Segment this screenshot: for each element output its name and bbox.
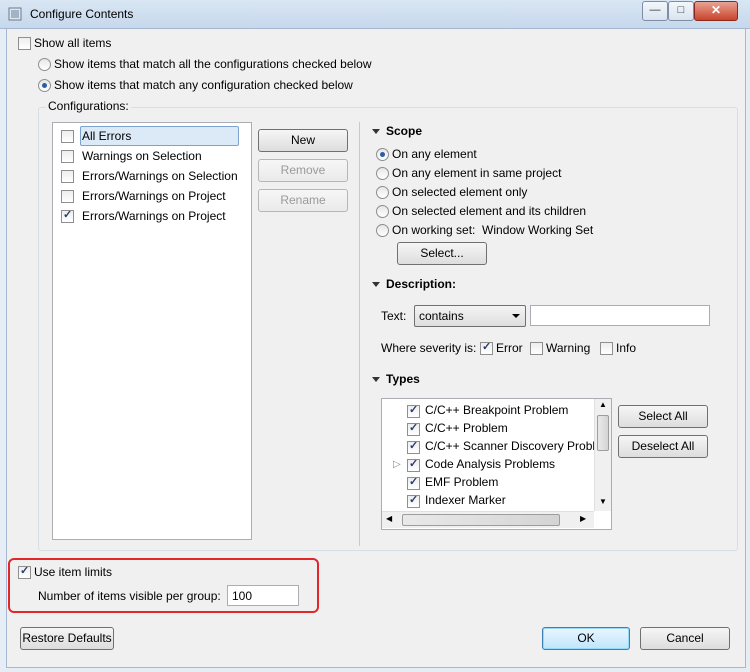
select-working-set-button[interactable]: Select... xyxy=(397,242,487,265)
severity-error-label: Error xyxy=(496,341,523,355)
window-icon xyxy=(8,7,22,21)
severity-info-label: Info xyxy=(616,341,637,355)
type-label: C/C++ Problem xyxy=(425,421,508,435)
use-item-limits-label: Use item limits xyxy=(34,565,113,579)
minimize-icon: — xyxy=(649,4,661,16)
scope-option-label: On selected element and its children xyxy=(392,204,587,218)
text-operator-value: contains xyxy=(419,309,464,323)
types-tree[interactable]: C/C++ Breakpoint Problem C/C++ Problem C… xyxy=(381,398,612,530)
type-checkbox[interactable] xyxy=(407,439,420,454)
severity-warning-checkbox[interactable] xyxy=(530,342,543,355)
collapse-types-icon[interactable] xyxy=(372,377,380,382)
match-any-label: Show items that match any configuration … xyxy=(54,78,353,92)
select-all-button[interactable]: Select All xyxy=(618,405,708,428)
scope-option-label: On any element in same project xyxy=(392,166,562,180)
scroll-thumb[interactable] xyxy=(402,514,560,526)
type-label: EMF Problem xyxy=(425,475,499,489)
configurations-list[interactable]: All Errors Warnings on Selection Errors/… xyxy=(52,122,252,540)
minimize-button[interactable]: — xyxy=(642,1,668,21)
configuration-label: Warnings on Selection xyxy=(82,149,202,163)
severity-info-checkbox[interactable] xyxy=(600,342,613,355)
description-text-input[interactable] xyxy=(530,305,710,326)
configuration-label: Errors/Warnings on Project xyxy=(82,209,226,223)
chevron-down-icon xyxy=(512,314,520,318)
show-all-items-checkbox[interactable] xyxy=(18,37,31,50)
types-vertical-scrollbar[interactable]: ▲ ▼ xyxy=(594,399,611,511)
type-checkbox[interactable] xyxy=(407,403,420,418)
type-checkbox[interactable] xyxy=(407,421,420,436)
configuration-label: Errors/Warnings on Selection xyxy=(82,169,238,183)
vertical-separator xyxy=(359,122,360,546)
expand-arrow-icon[interactable]: ▷ xyxy=(393,459,401,470)
description-title: Description: xyxy=(386,277,457,291)
scope-option-label: On selected element only xyxy=(392,185,528,199)
text-operator-dropdown[interactable]: contains xyxy=(414,305,526,327)
type-label: C/C++ Scanner Discovery Probl xyxy=(425,439,596,453)
configuration-checkbox[interactable] xyxy=(61,190,74,203)
scope-radio[interactable] xyxy=(376,148,389,161)
close-button[interactable]: ✕ xyxy=(694,1,738,21)
restore-defaults-button[interactable]: Restore Defaults xyxy=(20,627,114,650)
remove-button[interactable]: Remove xyxy=(258,159,348,182)
scope-radio[interactable] xyxy=(376,205,389,218)
match-all-radio[interactable] xyxy=(38,58,51,71)
items-per-group-value: 100 xyxy=(232,589,253,603)
severity-label: Where severity is: xyxy=(381,341,477,355)
text-label: Text: xyxy=(381,309,407,323)
items-per-group-input[interactable]: 100 xyxy=(227,585,299,606)
use-item-limits-checkbox[interactable] xyxy=(18,564,31,579)
deselect-all-button[interactable]: Deselect All xyxy=(618,435,708,458)
configurations-label: Configurations: xyxy=(46,99,131,113)
scroll-thumb[interactable] xyxy=(597,415,609,451)
window-title: Configure Contents xyxy=(30,7,134,21)
scope-radio[interactable] xyxy=(376,224,389,237)
scroll-down-icon[interactable]: ▼ xyxy=(599,497,607,506)
maximize-icon: □ xyxy=(677,4,685,16)
new-button[interactable]: New xyxy=(258,129,348,152)
type-label: Indexer Marker xyxy=(425,493,506,507)
type-checkbox[interactable] xyxy=(407,475,420,490)
configuration-checkbox[interactable] xyxy=(61,170,74,183)
types-title: Types xyxy=(386,372,420,386)
severity-error-checkbox[interactable] xyxy=(480,340,493,355)
scope-title: Scope xyxy=(386,124,423,138)
show-all-items-label: Show all items xyxy=(34,36,112,50)
types-horizontal-scrollbar[interactable]: ◀ ▶ xyxy=(382,511,594,528)
match-any-radio[interactable] xyxy=(38,79,51,92)
collapse-description-icon[interactable] xyxy=(372,282,380,287)
configuration-checkbox[interactable] xyxy=(61,130,74,143)
scroll-left-icon[interactable]: ◀ xyxy=(386,514,392,523)
configuration-label: Errors/Warnings on Project xyxy=(82,189,226,203)
scope-option-label: On working set: Window Working Set xyxy=(392,223,594,237)
cancel-button[interactable]: Cancel xyxy=(640,627,730,650)
ok-button[interactable]: OK xyxy=(542,627,630,650)
configuration-checkbox[interactable] xyxy=(61,208,74,223)
scope-radio[interactable] xyxy=(376,186,389,199)
type-label: Code Analysis Problems xyxy=(425,457,556,471)
match-all-label: Show items that match all the configurat… xyxy=(54,57,372,71)
close-icon: ✕ xyxy=(710,3,722,17)
severity-warning-label: Warning xyxy=(546,341,591,355)
maximize-button[interactable]: □ xyxy=(668,1,694,21)
type-label: C/C++ Breakpoint Problem xyxy=(425,403,569,417)
configuration-checkbox[interactable] xyxy=(61,150,74,163)
items-per-group-label: Number of items visible per group: xyxy=(38,589,221,603)
scroll-right-icon[interactable]: ▶ xyxy=(580,514,586,523)
scroll-up-icon[interactable]: ▲ xyxy=(599,400,607,409)
title-bar: Configure Contents — □ ✕ xyxy=(0,0,750,29)
type-checkbox[interactable] xyxy=(407,493,420,508)
configuration-label: All Errors xyxy=(82,129,132,143)
scope-radio[interactable] xyxy=(376,167,389,180)
type-checkbox[interactable] xyxy=(407,457,420,472)
rename-button[interactable]: Rename xyxy=(258,189,348,212)
collapse-scope-icon[interactable] xyxy=(372,129,380,134)
scope-option-label: On any element xyxy=(392,147,477,161)
